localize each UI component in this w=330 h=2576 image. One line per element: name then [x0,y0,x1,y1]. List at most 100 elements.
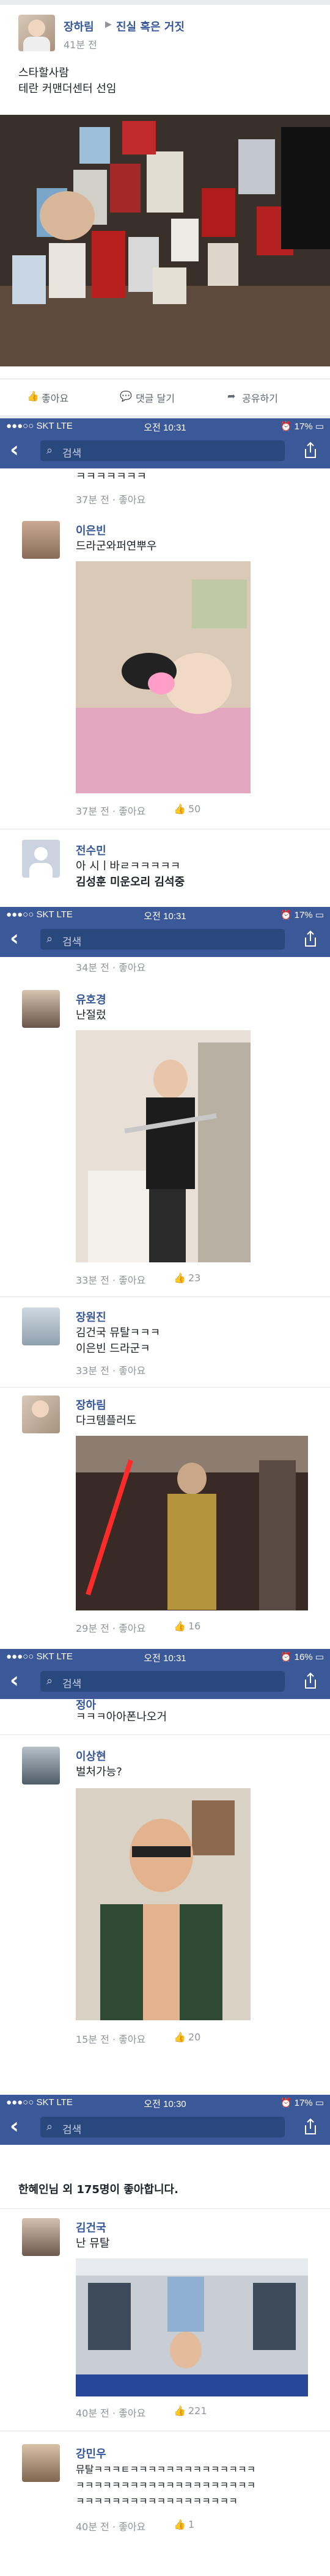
likes-summary[interactable]: 한혜인님 외 175명이 좋아합니다. [18,2183,178,2197]
commenter-name[interactable]: 김건국 [76,2219,106,2235]
share-button[interactable]: 공유하기 [242,390,278,405]
avatar[interactable] [22,521,60,559]
share-icon[interactable]: ➦ [227,390,235,402]
battery-indicator: ⏰ 16% ▭ [280,1652,324,1662]
photo-art [76,561,251,793]
search-icon: ⌕ [46,2120,53,2133]
comment-text: ㅋㅋㅋ아아폰나오거 [76,1711,167,1723]
commenter-name[interactable]: 이상현 [76,1748,106,1764]
divider [0,1387,330,1388]
comment-photo[interactable] [76,2258,308,2396]
back-chevron-icon[interactable]: ‹ [10,1670,19,1692]
battery-indicator: ⏰ 17% ▭ [280,421,324,432]
comment-text: 난 뮤탈 [76,2237,110,2250]
comment-meta[interactable]: 34분 전 · 좋아요 [76,959,145,974]
photo-art [76,1788,251,2020]
share-icon[interactable] [303,930,318,947]
comment-meta[interactable]: 29분 전 · 좋아요 [76,1620,145,1635]
search-icon: ⌕ [46,1675,53,1687]
back-chevron-icon[interactable]: ‹ [10,2116,19,2138]
avatar[interactable] [22,1308,60,1345]
search-icon: ⌕ [46,933,53,945]
avatar[interactable] [22,990,60,1028]
back-chevron-icon[interactable]: ‹ [10,439,19,461]
like-count: 221 [188,2405,207,2417]
like-count-icon: 👍 [174,2031,186,2043]
like-count: 16 [188,1620,201,1632]
search-icon: ⌕ [46,444,53,457]
avatar[interactable] [22,2218,60,2256]
comment-text-line-1: 김건국 뮤탈ㅋㅋㅋ [76,1326,161,1339]
comment-text: 벌처가능? [76,1766,122,1778]
commenter-name[interactable]: 장하림 [76,1397,106,1413]
comment-meta[interactable]: 40분 전 · 좋아요 [76,2519,145,2533]
divider [0,2208,330,2209]
back-chevron-icon[interactable]: ‹ [10,928,19,950]
comment-meta[interactable]: 40분 전 · 좋아요 [76,2405,145,2420]
like-count: 1 [188,2519,195,2530]
comment-text: 다크템플러도 [76,1414,137,1427]
comments-list: ㅋㅋㅋㅋㅋㅋㅋ 37분 전 · 좋아요 이은빈 드라군와퍼연뿌우 37분 전 ·… [0,468,330,907]
comment-photo[interactable] [76,1788,251,2020]
comments-screen-3: ●●●○○ SKT LTE 오전 10:31 ⏰ 17% ▭ ‹ ⌕ 검색 34… [0,907,330,1649]
commenter-name[interactable]: 장원진 [76,1309,106,1325]
comment-text-line-3: ㅋㅋㅋㅋㅋㅋㅋㅋㅋㅋㅋㅋㅋㅋㅋㅋㅋㅋ [76,2495,238,2507]
like-button[interactable]: 좋아요 [42,390,68,405]
like-count-icon: 👍 [174,1620,186,1632]
post-panel: 장하림 ▶ 진실 혹은 거짓 41분 전 스타할사람 테란 커맨더센터 선임 👍… [0,0,330,418]
search-input[interactable]: ⌕ 검색 [40,2117,285,2138]
post-photo[interactable] [0,115,330,366]
commenter-name[interactable]: 전수민 [76,842,106,858]
commenter-name[interactable]: 유호경 [76,991,106,1007]
post-author[interactable]: 장하림 [64,18,94,34]
battery-indicator: ⏰ 17% ▭ [280,2098,324,2108]
like-count: 20 [188,2031,201,2043]
photo-art [76,2258,308,2396]
search-header: ‹ ⌕ 검색 [0,1664,330,1699]
comment-icon[interactable]: 💬 [120,390,132,402]
avatar[interactable] [18,15,55,51]
comment-photo[interactable] [76,1436,308,1610]
like-icon[interactable]: 👍 [27,390,39,402]
comments-list: 34분 전 · 좋아요 유호경 난절렀 33분 전 · 좋아요 👍 23 장원진… [0,957,330,1649]
comment-text-line-1: 아 시ㅣ바ㄹㅋㅋㅋㅋㅋ [76,860,181,873]
comment-meta[interactable]: 15분 전 · 좋아요 [76,2031,145,2046]
arrow-right-icon: ▶ [105,20,112,29]
search-header: ‹ ⌕ 검색 [0,922,330,957]
battery-indicator: ⏰ 17% ▭ [280,910,324,920]
post-group[interactable]: 진실 혹은 거짓 [116,18,185,34]
search-header: ‹ ⌕ 검색 [0,2109,330,2145]
comment-photo[interactable] [76,561,251,793]
comment-button[interactable]: 댓글 달기 [136,390,175,405]
search-input[interactable]: ⌕ 검색 [40,929,285,950]
post-text-line-2: 테란 커맨더센터 선임 [18,82,117,95]
comment-meta[interactable]: 37분 전 · 좋아요 [76,803,145,818]
avatar[interactable] [22,1395,60,1433]
cigarette-packs-photo-art [0,115,330,366]
comment-meta[interactable]: 33분 전 · 좋아요 [76,1272,145,1287]
comment-photo[interactable] [76,1030,251,1262]
comment-meta[interactable]: 37분 전 · 좋아요 [76,492,145,506]
comment-text: 난절렀 [76,1009,106,1022]
share-icon[interactable] [303,2118,318,2135]
comment-text-line-2: 이은빈 드라군ㅋ [76,1342,150,1355]
post-action-bar: 👍 좋아요 💬 댓글 달기 ➦ 공유하기 [0,379,330,413]
avatar[interactable] [22,1747,60,1785]
like-count-icon: 👍 [174,2405,186,2417]
search-placeholder: 검색 [62,1678,82,1690]
share-icon[interactable] [303,442,318,459]
comment-text-line-1: 뮤탈ㅋㅋㅋㅌㅋㅋㅋㅋㅋㅋㅋㅋㅋㅋㅋㅋㅋㅋ [76,2464,256,2475]
comment-text-line-2: 김성훈 미운오리 김석중 [76,876,185,889]
commenter-name[interactable]: 강민우 [76,2445,106,2461]
post-time[interactable]: 41분 전 [64,37,97,51]
search-input[interactable]: ⌕ 검색 [40,1671,285,1692]
search-input[interactable]: ⌕ 검색 [40,440,285,461]
comment-meta[interactable]: 33분 전 · 좋아요 [76,1363,145,1377]
share-icon[interactable] [303,1672,318,1689]
avatar[interactable] [22,2444,60,2482]
photo-art [76,1436,308,1610]
avatar[interactable] [22,840,60,878]
commenter-name[interactable]: 이은빈 [76,522,106,538]
comment-text: 드라군와퍼연뿌우 [76,540,157,553]
comment-text: ㅋㅋㅋㅋㅋㅋㅋ [76,470,147,483]
